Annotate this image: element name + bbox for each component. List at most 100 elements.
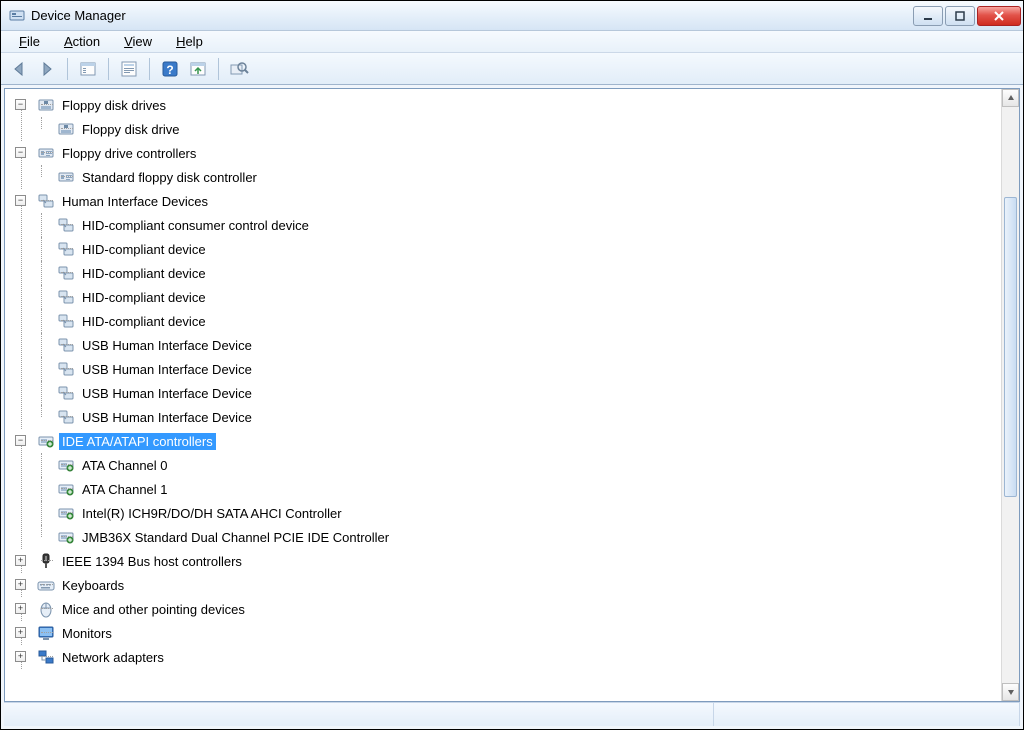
device-tree-pane: − Floppy disk drives Floppy disk drive − Flo… [4,88,1020,702]
scroll-track[interactable] [1002,107,1019,683]
expand-icon[interactable]: + [15,627,26,638]
maximize-button[interactable] [945,6,975,26]
tree-node-label[interactable]: Monitors [59,625,115,642]
tree-node-label[interactable]: IDE ATA/ATAPI controllers [59,433,216,450]
toolbar-separator [108,58,109,80]
tree-node[interactable]: USB Human Interface Device [55,357,1001,381]
tree-node[interactable]: Network adapters [35,645,1001,669]
collapse-icon[interactable]: − [15,147,26,158]
tree-node[interactable]: Mice and other pointing devices [35,597,1001,621]
tree-node[interactable]: Keyboards [35,573,1001,597]
hid-icon [57,408,75,426]
tree-node[interactable]: USB Human Interface Device [55,381,1001,405]
tree-node[interactable]: USB Human Interface Device [55,405,1001,429]
tree-node[interactable]: HID-compliant device [55,237,1001,261]
tree-node-label[interactable]: USB Human Interface Device [79,361,255,378]
properties-button[interactable] [117,57,141,81]
expand-icon[interactable]: + [15,579,26,590]
floppy-controller-icon [57,168,75,186]
help-button[interactable]: ? [158,57,182,81]
hid-icon [57,336,75,354]
menu-file[interactable]: File [9,32,50,51]
tree-node[interactable]: HID-compliant device [55,285,1001,309]
tree-node-label[interactable]: ATA Channel 1 [79,481,171,498]
collapse-icon[interactable]: − [15,195,26,206]
minimize-button[interactable] [913,6,943,26]
menubar: File Action View Help [1,31,1023,53]
device-tree[interactable]: − Floppy disk drives Floppy disk drive − Flo… [15,93,1001,669]
no-expander [35,267,46,278]
collapse-icon[interactable]: − [15,99,26,110]
ide-icon [57,480,75,498]
no-expander [35,411,46,422]
hid-icon [57,216,75,234]
hid-icon [57,288,75,306]
tree-node[interactable]: HID-compliant device [55,261,1001,285]
tree-node[interactable]: JMB36X Standard Dual Channel PCIE IDE Co… [55,525,1001,549]
tree-node-label[interactable]: JMB36X Standard Dual Channel PCIE IDE Co… [79,529,392,546]
tree-node[interactable]: IDE ATA/ATAPI controllers [35,429,1001,453]
tree-node[interactable]: HID-compliant device [55,309,1001,333]
expand-icon[interactable]: + [15,651,26,662]
tree-node-label[interactable]: Intel(R) ICH9R/DO/DH SATA AHCI Controlle… [79,505,345,522]
tree-node[interactable]: HID-compliant consumer control device [55,213,1001,237]
tree-node[interactable]: ATA Channel 1 [55,477,1001,501]
titlebar[interactable]: Device Manager [1,1,1023,31]
tree-node-label[interactable]: HID-compliant consumer control device [79,217,312,234]
toolbar-separator [218,58,219,80]
close-button[interactable] [977,6,1021,26]
tree-node-label[interactable]: Human Interface Devices [59,193,211,210]
floppy-drive-icon [57,120,75,138]
update-driver-button[interactable] [227,57,251,81]
scroll-down-arrow[interactable] [1002,683,1019,701]
menu-action[interactable]: Action [54,32,110,51]
menu-help[interactable]: Help [166,32,213,51]
forward-button[interactable] [35,57,59,81]
tree-node[interactable]: Floppy drive controllers [35,141,1001,165]
tree-node-label[interactable]: Network adapters [59,649,167,666]
device-manager-window: Device Manager File Action View Help [0,0,1024,730]
show-hidden-button[interactable] [76,57,100,81]
tree-node-label[interactable]: Keyboards [59,577,127,594]
no-expander [35,315,46,326]
scan-hardware-button[interactable] [186,57,210,81]
scroll-up-arrow[interactable] [1002,89,1019,107]
tree-node[interactable]: Monitors [35,621,1001,645]
tree-node-label[interactable]: USB Human Interface Device [79,337,255,354]
tree-node-label[interactable]: HID-compliant device [79,313,209,330]
tree-node[interactable]: IEEE 1394 Bus host controllers [35,549,1001,573]
hid-icon [37,192,55,210]
no-expander [35,387,46,398]
tree-node-label[interactable]: HID-compliant device [79,265,209,282]
no-expander [35,171,46,182]
tree-node-label[interactable]: Floppy disk drives [59,97,169,114]
tree-node-label[interactable]: Mice and other pointing devices [59,601,248,618]
menu-view[interactable]: View [114,32,162,51]
hid-icon [57,360,75,378]
vertical-scrollbar[interactable] [1001,89,1019,701]
tree-node[interactable]: Intel(R) ICH9R/DO/DH SATA AHCI Controlle… [55,501,1001,525]
tree-node[interactable]: Floppy disk drive [55,117,1001,141]
tree-node-label[interactable]: Floppy disk drive [79,121,183,138]
collapse-icon[interactable]: − [15,435,26,446]
tree-node-label[interactable]: ATA Channel 0 [79,457,171,474]
expand-icon[interactable]: + [15,555,26,566]
scroll-thumb[interactable] [1004,197,1017,497]
tree-node-label[interactable]: HID-compliant device [79,289,209,306]
floppy-controller-icon [37,144,55,162]
no-expander [35,123,46,134]
expand-icon[interactable]: + [15,603,26,614]
tree-node[interactable]: Floppy disk drives [35,93,1001,117]
tree-node[interactable]: ATA Channel 0 [55,453,1001,477]
tree-node[interactable]: Standard floppy disk controller [55,165,1001,189]
back-button[interactable] [7,57,31,81]
tree-node[interactable]: USB Human Interface Device [55,333,1001,357]
tree-node-label[interactable]: HID-compliant device [79,241,209,258]
tree-node[interactable]: Human Interface Devices [35,189,1001,213]
tree-node-label[interactable]: Floppy drive controllers [59,145,199,162]
tree-node-label[interactable]: IEEE 1394 Bus host controllers [59,553,245,570]
tree-node-label[interactable]: Standard floppy disk controller [79,169,260,186]
tree-node-label[interactable]: USB Human Interface Device [79,385,255,402]
mouse-icon [37,600,55,618]
tree-node-label[interactable]: USB Human Interface Device [79,409,255,426]
